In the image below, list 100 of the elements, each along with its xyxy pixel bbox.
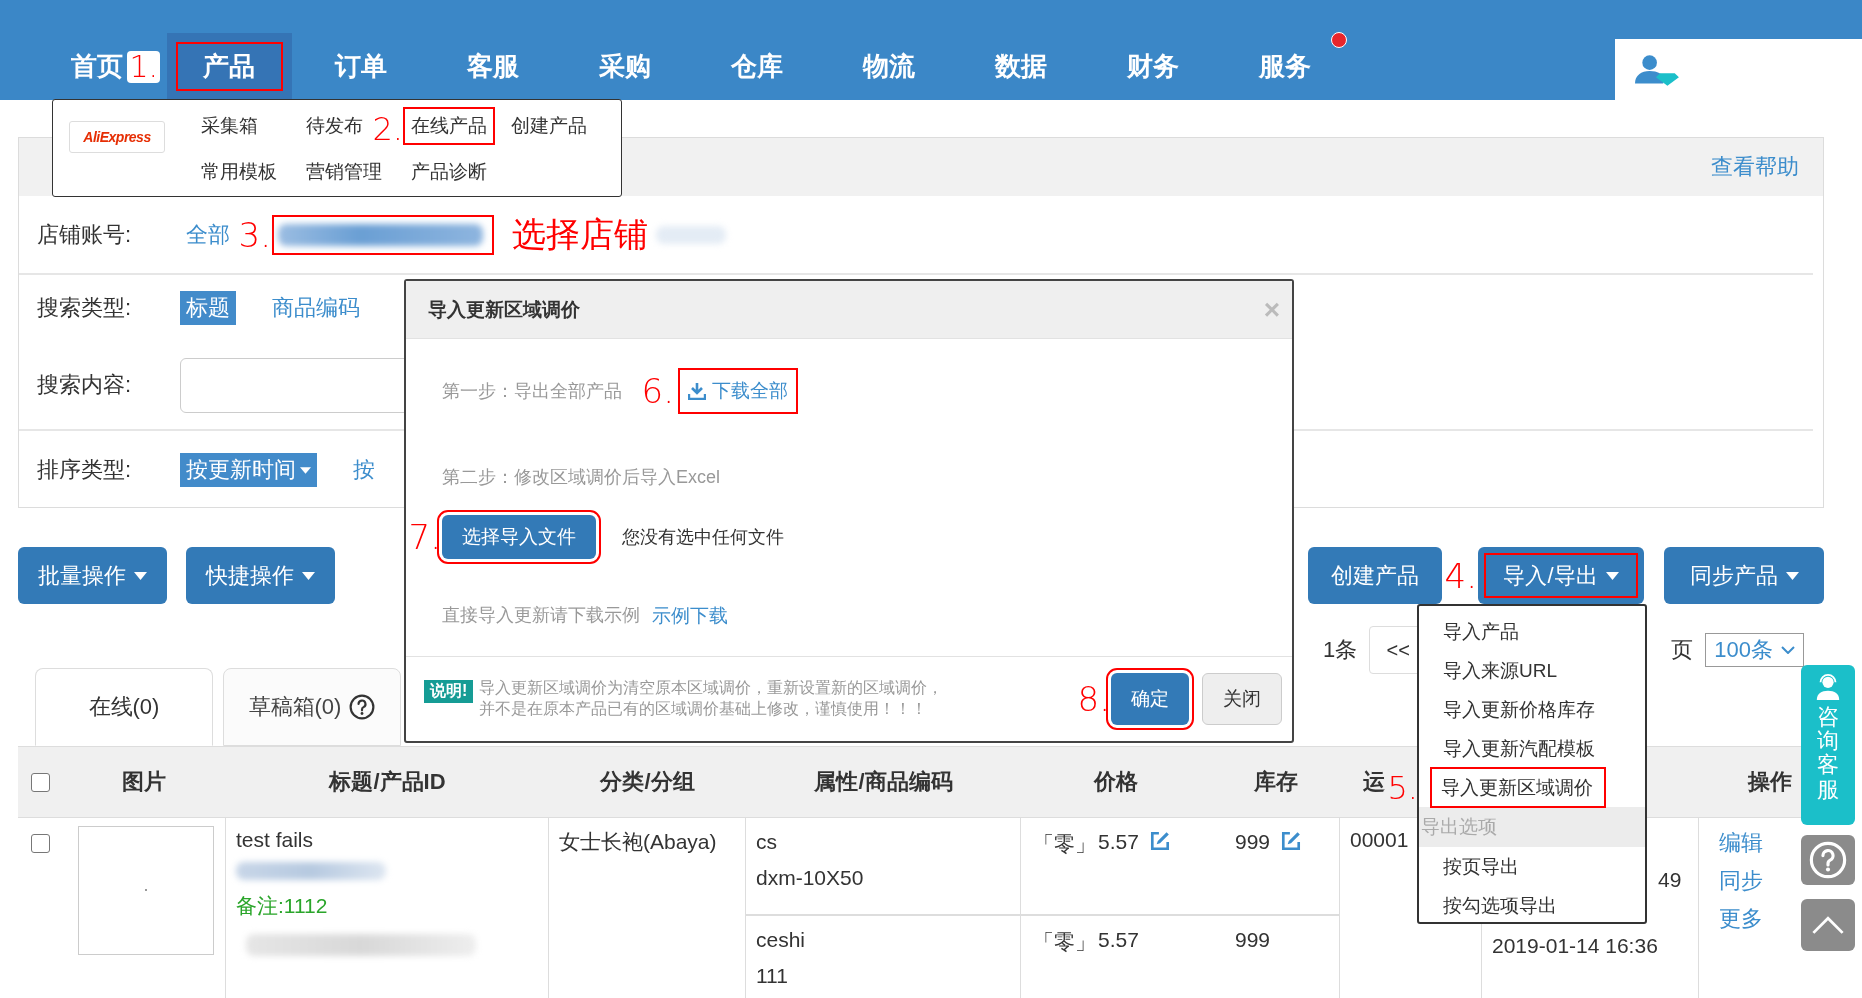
toolbar-button[interactable]: 导入/导出 — [1478, 547, 1644, 604]
help-icon — [1809, 841, 1847, 879]
tab-label: 在线(0) — [88, 693, 160, 721]
nav-tab[interactable]: 物流 — [859, 33, 919, 100]
sample-download-link[interactable]: 示例下载 — [652, 603, 728, 629]
product-note: 备注:1112 — [236, 893, 329, 919]
caret-icon — [134, 571, 147, 580]
menu-link[interactable]: 常用模板 — [193, 153, 285, 191]
menu-link[interactable]: 待发布 — [298, 107, 371, 145]
caret-icon — [1605, 571, 1619, 580]
table-cell: 女士长袍(Abaya) — [549, 818, 746, 998]
column-header: 图片 — [122, 768, 166, 796]
file-status: 您没有选中任何文件 — [622, 526, 784, 549]
menu-section-header: 导出选项 — [1419, 807, 1645, 847]
menu-item[interactable]: 导入更新价格库存 — [1419, 690, 1645, 729]
store-logo: AliExpress — [69, 121, 165, 153]
action-link[interactable]: 同步 — [1719, 866, 1763, 896]
price-tag: 「零」 — [1033, 928, 1096, 956]
menu-link[interactable]: 产品诊断 — [403, 153, 495, 191]
per-page-label: 页 — [1671, 636, 1694, 664]
price: 5.57 — [1098, 928, 1139, 952]
caret-icon — [1785, 571, 1799, 580]
blurred-text — [656, 225, 726, 244]
field-label: 搜索内容: — [37, 371, 133, 399]
price-tag: 「零」 — [1033, 830, 1096, 858]
annotation-number: 4. — [1444, 558, 1477, 593]
instruction-text: 直接导入更新请下载示例 — [442, 604, 640, 627]
menu-link[interactable]: 营销管理 — [298, 153, 390, 191]
tab[interactable]: 草稿箱(0) — [223, 668, 401, 746]
menu-item[interactable]: 导入更新汽配模板 — [1419, 729, 1645, 768]
tab[interactable]: 在线(0) — [35, 668, 213, 746]
column-header: 标题/产品ID — [329, 768, 446, 796]
annotation-number: 8. — [1077, 682, 1110, 716]
column-header: 属性/商品编码 — [814, 768, 953, 796]
tab-label: 草稿箱(0) — [248, 693, 342, 721]
nav-tab[interactable]: 产品 — [166, 33, 292, 100]
edit-icon[interactable] — [1148, 830, 1171, 852]
notice-badge: 说明! — [424, 680, 474, 704]
download-link[interactable]: 下载全部 — [678, 368, 798, 414]
table-cell-text: 49 — [1658, 868, 1683, 892]
help-icon[interactable] — [349, 694, 376, 720]
filter-option[interactable]: 按 — [347, 453, 381, 487]
filter-option[interactable]: 按更新时间 — [180, 453, 317, 487]
stock: 999 — [1235, 830, 1271, 854]
annotation-number: 3. — [238, 217, 271, 252]
nav-tab[interactable]: 首页 — [67, 33, 127, 100]
annotation-number: 2. — [372, 113, 403, 145]
checkbox[interactable] — [30, 834, 50, 853]
field-label: 排序类型: — [37, 456, 133, 484]
menu-link[interactable]: 在线产品 — [403, 107, 495, 145]
nav-tab[interactable]: 采购 — [595, 33, 655, 100]
filter-option[interactable]: 商品编码 — [266, 291, 366, 325]
annotation-number: 7. — [408, 520, 441, 554]
caret-icon — [300, 466, 311, 474]
column-header: 价格 — [1094, 768, 1138, 796]
annotation-note: 选择店铺 — [512, 213, 648, 255]
nav-tab[interactable]: 订单 — [331, 33, 391, 100]
menu-link[interactable]: 创建产品 — [503, 107, 595, 145]
toolbar-button[interactable]: 批量操作 — [18, 547, 167, 604]
close-button[interactable]: 关闭 — [1202, 673, 1282, 725]
field-label: 店铺账号: — [37, 220, 133, 249]
back-to-top-button[interactable] — [1801, 899, 1855, 951]
store-selector[interactable] — [272, 214, 494, 255]
help-button[interactable] — [1801, 835, 1855, 885]
headset-person-icon — [1814, 673, 1842, 701]
action-link[interactable]: 编辑 — [1719, 828, 1763, 858]
product-title[interactable]: test fails — [236, 828, 538, 852]
nav-tab[interactable]: 服务 — [1255, 33, 1315, 100]
dialog-title: 导入更新区域调价 — [428, 297, 580, 322]
step-text: 第一步：导出全部产品 — [442, 380, 622, 403]
annotation-number: 5. — [1387, 771, 1418, 804]
per-page-select[interactable]: 100条 — [1705, 633, 1804, 667]
menu-item[interactable]: 导入更新区域调价 — [1431, 768, 1605, 807]
column-header: 操作 — [1748, 768, 1792, 796]
toolbar-button[interactable]: 创建产品 — [1308, 547, 1442, 604]
annotation-number: 6. — [641, 374, 674, 408]
table-cell-text: ceshi — [756, 928, 807, 952]
filter-option[interactable]: 标题 — [180, 291, 236, 325]
nav-tab[interactable]: 仓库 — [727, 33, 787, 100]
nav-tab[interactable]: 财务 — [1123, 33, 1183, 100]
column-header: 分类/分组 — [600, 768, 695, 796]
menu-link[interactable]: 采集箱 — [193, 107, 266, 145]
nav-tab[interactable]: 客服 — [463, 33, 523, 100]
column-header: 运 — [1363, 768, 1385, 796]
toolbar-button[interactable]: 快捷操作 — [186, 547, 335, 604]
toolbar-button[interactable]: 同步产品 — [1664, 547, 1824, 604]
table-cell-text: 2019-01-14 16:36 — [1492, 934, 1659, 958]
price: 5.57 — [1098, 830, 1139, 854]
help-link[interactable]: 查看帮助 — [1711, 152, 1799, 182]
checkbox[interactable] — [30, 772, 50, 792]
nav-tab[interactable]: 数据 — [991, 33, 1051, 100]
user-icon[interactable] — [1635, 53, 1681, 86]
column-header: 库存 — [1253, 768, 1298, 796]
table-cell-text: cs — [756, 830, 778, 854]
filter-option[interactable]: 全部 — [180, 217, 236, 252]
action-link[interactable]: 更多 — [1719, 904, 1763, 934]
step-text: 第二步：修改区域调价后导入Excel — [442, 466, 721, 489]
stock: 999 — [1235, 928, 1271, 952]
edit-icon[interactable] — [1280, 830, 1303, 852]
total-count: 1条 — [1323, 636, 1358, 664]
